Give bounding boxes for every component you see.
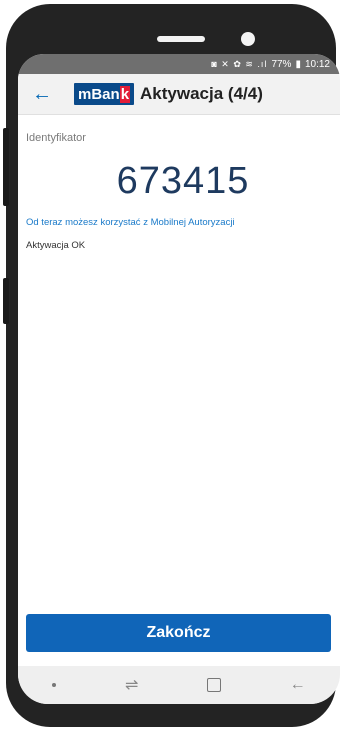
identifier-label: Identyfikator <box>26 132 86 144</box>
nav-back-icon[interactable]: ← <box>290 676 306 694</box>
mbank-logo: mBan k <box>74 83 135 105</box>
logo-text-k: k <box>119 85 131 103</box>
recents-icon[interactable]: ⇌ <box>125 675 138 695</box>
main-content: Identyfikator 673415 Od teraz możesz kor… <box>18 132 340 251</box>
status-bar: ◙ ✕ ✿ ≋ .ıl 77% ▮ 10:12 <box>18 54 340 74</box>
clock: 10:12 <box>304 58 330 70</box>
back-arrow-icon[interactable]: ← <box>32 84 58 104</box>
volume-button <box>3 128 9 206</box>
logo-text: mBan <box>78 85 120 103</box>
status-icons: ◙ ✕ ✿ ≋ .ıl <box>211 58 268 69</box>
app-bar: ← mBan k Aktywacja (4/4) <box>18 74 340 115</box>
finish-button[interactable]: Zakończ <box>26 614 331 652</box>
phone-frame: ◙ ✕ ✿ ≋ .ıl 77% ▮ 10:12 ← mBan k Aktywacj… <box>6 4 340 727</box>
power-button <box>3 278 9 324</box>
battery-level: 77% <box>271 58 292 70</box>
home-button-icon[interactable] <box>207 678 221 692</box>
info-message: Od teraz możesz korzystać z Mobilnej Aut… <box>26 217 235 228</box>
identifier-value: 673415 <box>116 160 250 202</box>
front-camera <box>241 32 255 46</box>
page-title: Aktywacja (4/4) <box>140 84 263 103</box>
battery-icon: ▮ <box>295 58 301 70</box>
activation-status: Aktywacja OK <box>26 240 86 251</box>
screen: ◙ ✕ ✿ ≋ .ıl 77% ▮ 10:12 ← mBan k Aktywacj… <box>18 54 340 704</box>
speaker-grille <box>157 36 205 42</box>
navigation-bar: ⇌ ← <box>18 666 340 704</box>
nav-dot-icon <box>52 683 57 687</box>
